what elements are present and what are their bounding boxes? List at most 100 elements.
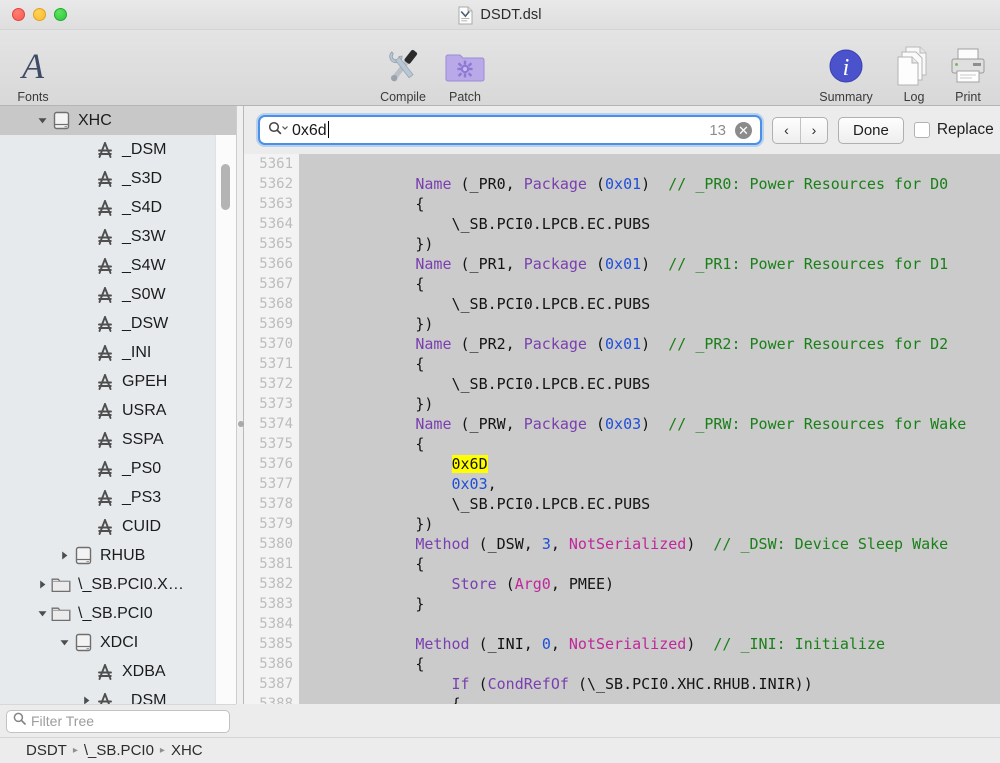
- code-line[interactable]: {: [299, 354, 1000, 374]
- tree-item-sb-pci0-x[interactable]: \_SB.PCI0.X…: [0, 570, 236, 599]
- code-token: 0: [541, 635, 551, 653]
- method-icon: [94, 169, 116, 189]
- toolbar-button-fonts[interactable]: A Fonts: [8, 36, 58, 104]
- tree-item-s3d[interactable]: _S3D: [0, 164, 236, 193]
- fonts-icon: A: [16, 44, 50, 88]
- code-token: Name: [415, 415, 461, 433]
- code-line[interactable]: {: [299, 434, 1000, 454]
- tree-item-dsm[interactable]: _DSM: [0, 135, 236, 164]
- tree-item-sb-pci0[interactable]: \_SB.PCI0: [0, 599, 236, 628]
- search-magnifier-icon[interactable]: [268, 121, 288, 140]
- code-line[interactable]: 0x6D: [299, 454, 1000, 474]
- tree-item-label: RHUB: [100, 546, 146, 564]
- code-line[interactable]: {: [299, 554, 1000, 574]
- toolbar-button-print[interactable]: Print: [942, 36, 994, 104]
- line-number: 5386: [259, 656, 293, 672]
- breadcrumb[interactable]: DSDT ▸ \_SB.PCI0 ▸ XHC: [26, 742, 203, 759]
- find-next-button[interactable]: ›: [800, 117, 827, 143]
- sidebar-tree-panel[interactable]: XHC _DSM _S3D _S4D _S3W _S4W _S0W _DSW _INI GPEH U…: [0, 106, 236, 704]
- toolbar-button-summary[interactable]: i Summary: [812, 36, 880, 104]
- code-token: ): [641, 255, 669, 273]
- filter-tree-box[interactable]: [6, 709, 230, 733]
- tree-item-s4w[interactable]: _S4W: [0, 251, 236, 280]
- code-token: Method: [415, 535, 479, 553]
- toolbar-button-log[interactable]: Log: [890, 36, 938, 104]
- code-line[interactable]: \_SB.PCI0.LPCB.EC.PUBS: [299, 494, 1000, 514]
- replace-checkbox[interactable]: [913, 122, 930, 138]
- tree-item-dsw[interactable]: _DSW: [0, 309, 236, 338]
- code-token: // _PRW: Power Resources for Wake: [668, 415, 967, 433]
- code-line[interactable]: Name (_PRW, Package (0x03) // _PRW: Powe…: [299, 414, 1000, 434]
- code-line[interactable]: [299, 154, 1000, 174]
- code-line[interactable]: }): [299, 314, 1000, 334]
- title-bar: DSDT.dsl: [0, 0, 1000, 30]
- tree-item-ps3[interactable]: _PS3: [0, 483, 236, 512]
- replace-toggle[interactable]: Replace: [913, 121, 994, 139]
- tree-item-s4d[interactable]: _S4D: [0, 193, 236, 222]
- code-token: (: [596, 175, 606, 193]
- tree-item-gpeh[interactable]: GPEH: [0, 367, 236, 396]
- breadcrumb-item[interactable]: \_SB.PCI0: [84, 742, 154, 759]
- code-line[interactable]: }): [299, 514, 1000, 534]
- code-token: ,: [487, 475, 497, 493]
- filter-tree-input[interactable]: [31, 713, 211, 729]
- code-line[interactable]: Method (_INI, 0, NotSerialized) // _INI:…: [299, 634, 1000, 654]
- tree-item-xhc[interactable]: XHC: [0, 106, 236, 135]
- code-line[interactable]: Name (_PR0, Package (0x01) // _PR0: Powe…: [299, 174, 1000, 194]
- code-line[interactable]: [299, 614, 1000, 634]
- find-previous-button[interactable]: ‹: [773, 118, 800, 143]
- code-line[interactable]: \_SB.PCI0.LPCB.EC.PUBS: [299, 214, 1000, 234]
- disclosure-right-icon[interactable]: [78, 695, 94, 704]
- code-line[interactable]: }: [299, 594, 1000, 614]
- clear-search-icon[interactable]: ✕: [735, 121, 752, 139]
- tree-item-rhub[interactable]: RHUB: [0, 541, 236, 570]
- code-line[interactable]: }): [299, 394, 1000, 414]
- tree-list[interactable]: XHC _DSM _S3D _S4D _S3W _S4W _S0W _DSW _INI GPEH U…: [0, 106, 236, 704]
- line-number: 5368: [259, 296, 293, 312]
- code-line[interactable]: If (CondRefOf (\_SB.PCI0.XHC.RHUB.INIR)): [299, 674, 1000, 694]
- code-token: ): [641, 335, 669, 353]
- disclosure-right-icon[interactable]: [56, 550, 72, 561]
- code-line[interactable]: {: [299, 694, 1000, 704]
- disclosure-down-icon[interactable]: [56, 637, 72, 648]
- code-line[interactable]: Name (_PR1, Package (0x01) // _PR1: Powe…: [299, 254, 1000, 274]
- code-line[interactable]: {: [299, 654, 1000, 674]
- done-button[interactable]: Done: [838, 116, 904, 144]
- find-nav-segmented[interactable]: ‹ ›: [772, 116, 828, 144]
- tree-item-s0w[interactable]: _S0W: [0, 280, 236, 309]
- tree-item-xdci[interactable]: XDCI: [0, 628, 236, 657]
- breadcrumb-item[interactable]: XHC: [171, 742, 203, 759]
- code-content[interactable]: Name (_PR0, Package (0x01) // _PR0: Powe…: [299, 154, 1000, 704]
- tree-item-ps0[interactable]: _PS0: [0, 454, 236, 483]
- tree-item-dsm[interactable]: _DSM: [0, 686, 236, 704]
- code-line[interactable]: \_SB.PCI0.LPCB.EC.PUBS: [299, 374, 1000, 394]
- code-editor[interactable]: 5361 5362 5363 5364 5365 5366 5367 5368 5369 5370…: [244, 154, 1000, 704]
- code-line[interactable]: \_SB.PCI0.LPCB.EC.PUBS: [299, 294, 1000, 314]
- breadcrumb-item[interactable]: DSDT: [26, 742, 67, 759]
- search-field[interactable]: 0x6d 13 ✕: [258, 115, 762, 145]
- code-line[interactable]: 0x03,: [299, 474, 1000, 494]
- tree-item-s3w[interactable]: _S3W: [0, 222, 236, 251]
- code-line[interactable]: Name (_PR2, Package (0x01) // _PR2: Powe…: [299, 334, 1000, 354]
- tree-item-sspa[interactable]: SSPA: [0, 425, 236, 454]
- code-line[interactable]: {: [299, 194, 1000, 214]
- code-line[interactable]: Method (_DSW, 3, NotSerialized) // _DSW:…: [299, 534, 1000, 554]
- toolbar-button-patch[interactable]: Patch: [437, 36, 493, 104]
- code-line[interactable]: }): [299, 234, 1000, 254]
- split-divider[interactable]: [236, 106, 244, 704]
- code-token: Package: [523, 175, 596, 193]
- code-line[interactable]: {: [299, 274, 1000, 294]
- method-icon: [94, 488, 116, 508]
- tree-item-cuid[interactable]: CUID: [0, 512, 236, 541]
- disclosure-down-icon[interactable]: [34, 608, 50, 619]
- disclosure-right-icon[interactable]: [34, 579, 50, 590]
- code-line[interactable]: Store (Arg0, PMEE): [299, 574, 1000, 594]
- tree-item-xdba[interactable]: XDBA: [0, 657, 236, 686]
- match-count: 13: [709, 121, 726, 139]
- tree-item-usra[interactable]: USRA: [0, 396, 236, 425]
- tree-item-ini[interactable]: _INI: [0, 338, 236, 367]
- toolbar-button-compile[interactable]: Compile: [370, 36, 436, 104]
- disclosure-down-icon[interactable]: [34, 115, 50, 126]
- search-query-text[interactable]: 0x6d: [292, 120, 705, 140]
- code-token: ,: [550, 635, 569, 653]
